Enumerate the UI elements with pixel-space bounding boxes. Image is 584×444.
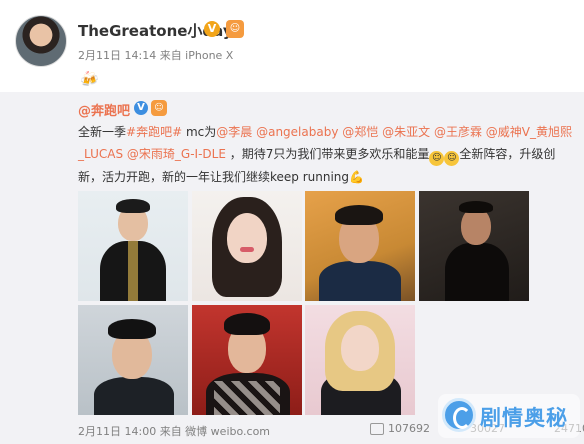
repost-verified-icon: V [134, 101, 148, 115]
user-avatar[interactable] [15, 15, 67, 67]
photo-thumbnail-2[interactable] [192, 191, 302, 301]
smile-emoji-icon: ☺ [429, 151, 445, 166]
smile-emoji-icon: ☺ [444, 151, 460, 166]
verified-v-icon: V [204, 21, 220, 37]
share-count[interactable]: 107692 [388, 422, 430, 435]
repost-text-link[interactable]: @王彦霖 [434, 125, 482, 139]
photo-thumbnail-1[interactable] [78, 191, 188, 301]
repost-text-segment: mc为 [182, 125, 217, 139]
vip-badge-icon: ☺ [226, 20, 244, 38]
post-meta: 2月11日 14:14 来自 iPhone X [78, 49, 234, 62]
repost-text-link[interactable]: @郑恺 [342, 125, 378, 139]
repost-body-text: 全新一季#奔跑吧# mc为@李晨 @angelababy @郑恺 @朱亚文 @王… [78, 121, 578, 188]
muscle-emoji-icon: 💪 [349, 170, 364, 184]
watermark-text: 剧情奥秘 [480, 406, 568, 430]
repost-text-link[interactable]: @朱亚文 [382, 125, 430, 139]
repost-text-link[interactable]: @李晨 [216, 125, 252, 139]
repost-footer-meta: 2月11日 14:00 来自 微博 weibo.com [78, 425, 271, 438]
photo-thumbnail-7[interactable] [305, 305, 415, 415]
repost-text-link[interactable]: @宋雨琦_G-I-DLE [127, 147, 226, 161]
repost-author[interactable]: @奔跑吧 [78, 100, 130, 119]
repost-text-link[interactable]: #奔跑吧# [126, 125, 182, 139]
ear-logo-icon [442, 398, 476, 432]
photo-thumbnail-4[interactable] [419, 191, 529, 301]
photo-thumbnail-3[interactable] [305, 191, 415, 301]
repost-text-link[interactable]: @angelababy [256, 125, 338, 139]
repost-text-segment: 全新一季 [78, 125, 127, 139]
post-text-emoji: 🍻 [80, 70, 99, 88]
repost-vip-icon: ☺ [151, 100, 167, 116]
photo-thumbnail-5[interactable] [78, 305, 188, 415]
photo-thumbnail-6[interactable] [192, 305, 302, 415]
repost-text-segment: ，期待7只为我们带来更多欢乐和能量 [225, 147, 430, 161]
share-icon[interactable] [370, 423, 384, 435]
